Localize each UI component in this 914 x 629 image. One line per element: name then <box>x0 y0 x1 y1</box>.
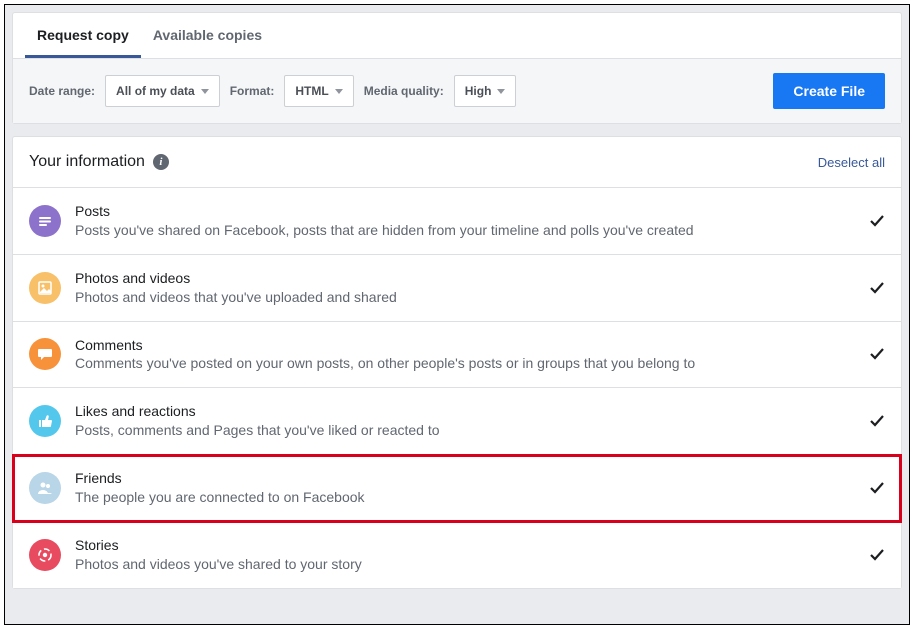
stories-icon <box>29 539 61 571</box>
row-photos[interactable]: Photos and videos Photos and videos that… <box>13 255 901 322</box>
media-quality-label: Media quality: <box>364 84 444 98</box>
row-desc: Photos and videos you've shared to your … <box>75 555 857 574</box>
tabs: Request copy Available copies <box>13 13 901 59</box>
section-header: Your information i Deselect all <box>13 137 901 188</box>
date-range-dropdown[interactable]: All of my data <box>105 75 220 107</box>
checkbox-photos[interactable] <box>869 280 885 296</box>
chevron-down-icon <box>335 89 343 94</box>
row-friends[interactable]: Friends The people you are connected to … <box>13 455 901 522</box>
row-title: Stories <box>75 536 857 555</box>
section-title: Your information <box>29 153 145 171</box>
row-title: Photos and videos <box>75 269 857 288</box>
row-desc: Photos and videos that you've uploaded a… <box>75 288 857 307</box>
row-desc: Posts, comments and Pages that you've li… <box>75 421 857 440</box>
date-range-value: All of my data <box>116 84 195 98</box>
row-stories[interactable]: Stories Photos and videos you've shared … <box>13 522 901 588</box>
checkbox-friends[interactable] <box>869 480 885 496</box>
row-desc: Comments you've posted on your own posts… <box>75 354 857 373</box>
friends-icon <box>29 472 61 504</box>
row-title: Likes and reactions <box>75 402 857 421</box>
media-quality-dropdown[interactable]: High <box>454 75 517 107</box>
date-range-label: Date range: <box>29 84 95 98</box>
chevron-down-icon <box>201 89 209 94</box>
row-title: Friends <box>75 469 857 488</box>
row-posts[interactable]: Posts Posts you've shared on Facebook, p… <box>13 188 901 255</box>
format-dropdown[interactable]: HTML <box>284 75 353 107</box>
top-card: Request copy Available copies Date range… <box>12 12 902 124</box>
tab-available-copies[interactable]: Available copies <box>141 13 274 58</box>
row-desc: Posts you've shared on Facebook, posts t… <box>75 221 857 240</box>
row-desc: The people you are connected to on Faceb… <box>75 488 857 507</box>
checkbox-stories[interactable] <box>869 547 885 563</box>
chevron-down-icon <box>497 89 505 94</box>
checkbox-likes[interactable] <box>869 413 885 429</box>
likes-icon <box>29 405 61 437</box>
create-file-button[interactable]: Create File <box>773 73 885 109</box>
checkbox-posts[interactable] <box>869 213 885 229</box>
tab-request-copy[interactable]: Request copy <box>25 13 141 58</box>
checkbox-comments[interactable] <box>869 346 885 362</box>
format-value: HTML <box>295 84 328 98</box>
row-title: Comments <box>75 336 857 355</box>
photos-icon <box>29 272 61 304</box>
media-quality-value: High <box>465 84 492 98</box>
comments-icon <box>29 338 61 370</box>
info-icon[interactable]: i <box>153 154 169 170</box>
filter-bar: Date range: All of my data Format: HTML … <box>13 59 901 123</box>
deselect-all-link[interactable]: Deselect all <box>818 155 885 170</box>
information-card: Your information i Deselect all Posts Po… <box>12 136 902 589</box>
posts-icon <box>29 205 61 237</box>
row-comments[interactable]: Comments Comments you've posted on your … <box>13 322 901 389</box>
format-label: Format: <box>230 84 275 98</box>
row-title: Posts <box>75 202 857 221</box>
row-likes[interactable]: Likes and reactions Posts, comments and … <box>13 388 901 455</box>
